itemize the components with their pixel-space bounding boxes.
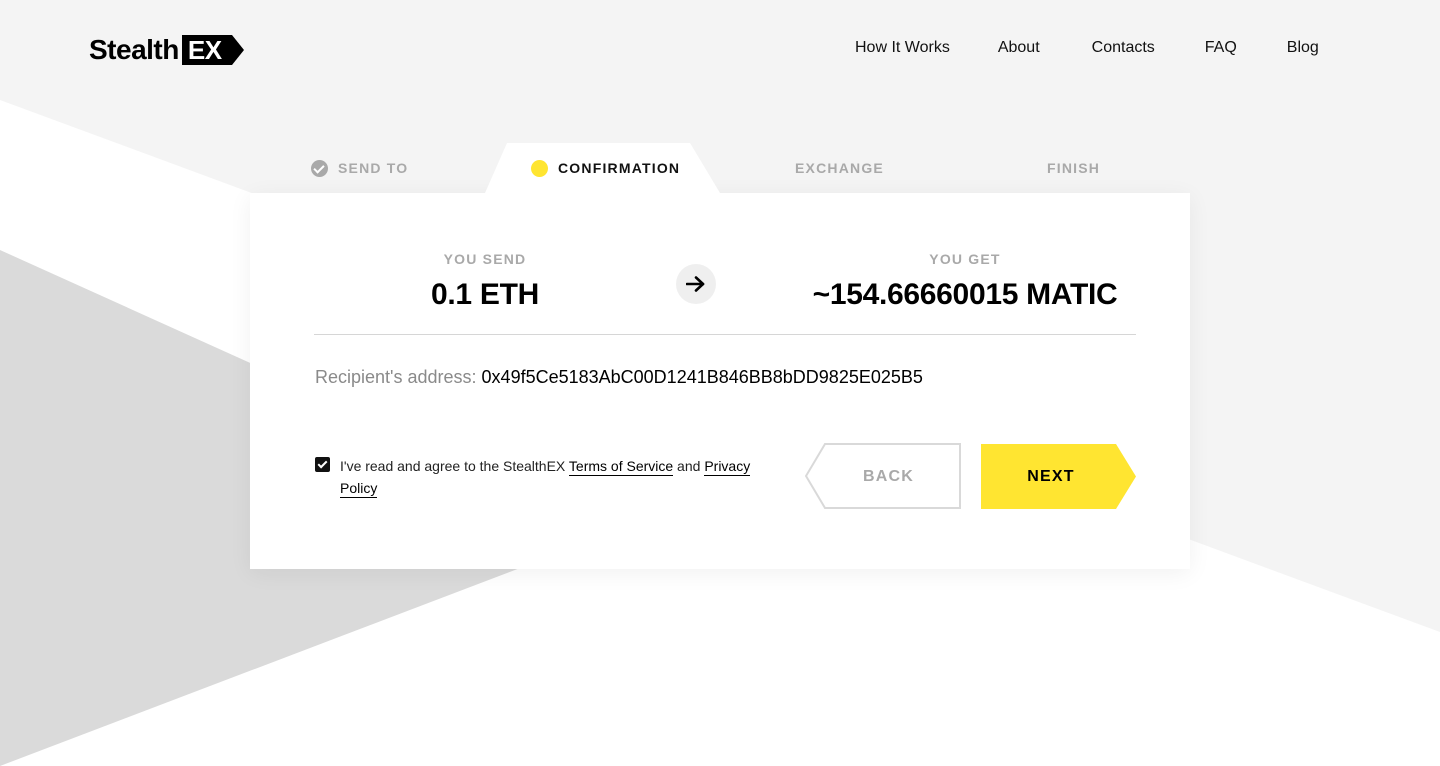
step-label: FINISH bbox=[1047, 160, 1101, 176]
active-dot-icon bbox=[531, 159, 548, 177]
site-header: Stealth EX How It Works About Contacts F… bbox=[0, 0, 1440, 96]
terms-of-service-link[interactable]: Terms of Service bbox=[568, 458, 674, 476]
step-label: CONFIRMATION bbox=[558, 160, 681, 176]
stealthex-logo[interactable]: Stealth EX bbox=[89, 34, 244, 66]
step-label: EXCHANGE bbox=[795, 160, 884, 176]
logo-badge: EX bbox=[181, 35, 244, 65]
main-nav: How It Works About Contacts FAQ Blog bbox=[855, 37, 1319, 59]
arrow-right-glyph bbox=[686, 276, 705, 292]
get-amount: ~154.66660015 MATIC bbox=[812, 278, 1118, 311]
back-button-label: BACK bbox=[862, 468, 915, 485]
recipient-address-row: Recipient's address: 0x49f5Ce5183AbC00D1… bbox=[315, 365, 923, 389]
you-send-caption: YOU SEND bbox=[443, 251, 527, 267]
agreement-prefix: I've read and agree to the StealthEX bbox=[340, 458, 569, 474]
step-exchange: EXCHANGE bbox=[795, 143, 884, 193]
step-finish: FINISH bbox=[1047, 143, 1100, 193]
logo-wordmark: Stealth bbox=[89, 34, 179, 65]
next-button[interactable]: NEXT bbox=[981, 444, 1137, 509]
check-circle-icon bbox=[311, 159, 328, 177]
nav-contacts[interactable]: Contacts bbox=[1092, 37, 1155, 59]
agreement-and: and bbox=[673, 458, 705, 474]
progress-steps: SEND TO CONFIRMATION EXCHANGE FINISH bbox=[250, 143, 1190, 193]
step-confirmation: CONFIRMATION bbox=[531, 143, 680, 193]
nav-faq[interactable]: FAQ bbox=[1205, 37, 1237, 59]
agree-checkbox[interactable] bbox=[315, 457, 330, 472]
nav-about[interactable]: About bbox=[998, 37, 1040, 59]
agreement-text: I've read and agree to the StealthEX Ter… bbox=[340, 455, 760, 499]
you-get-caption: YOU GET bbox=[929, 251, 1001, 267]
divider bbox=[314, 334, 1136, 335]
step-send-to: SEND TO bbox=[311, 143, 408, 193]
send-amount: 0.1 ETH bbox=[431, 278, 539, 311]
arrow-right-icon bbox=[676, 264, 716, 304]
recipient-address: 0x49f5Ce5183AbC00D1241B846BB8bDD9825E025… bbox=[481, 367, 923, 387]
you-send-block: YOU SEND 0.1 ETH bbox=[385, 251, 585, 315]
back-button[interactable]: BACK bbox=[804, 443, 962, 510]
step-label: SEND TO bbox=[338, 160, 409, 176]
logo-badge-text: EX bbox=[187, 35, 222, 65]
nav-how-it-works[interactable]: How It Works bbox=[855, 37, 950, 59]
recipient-label: Recipient's address: bbox=[315, 367, 477, 387]
confirmation-card: YOU SEND 0.1 ETH YOU GET ~154.66660015 M… bbox=[250, 193, 1190, 569]
next-button-label: NEXT bbox=[1027, 468, 1075, 485]
you-get-block: YOU GET ~154.66660015 MATIC bbox=[795, 251, 1135, 315]
nav-blog[interactable]: Blog bbox=[1287, 37, 1319, 59]
